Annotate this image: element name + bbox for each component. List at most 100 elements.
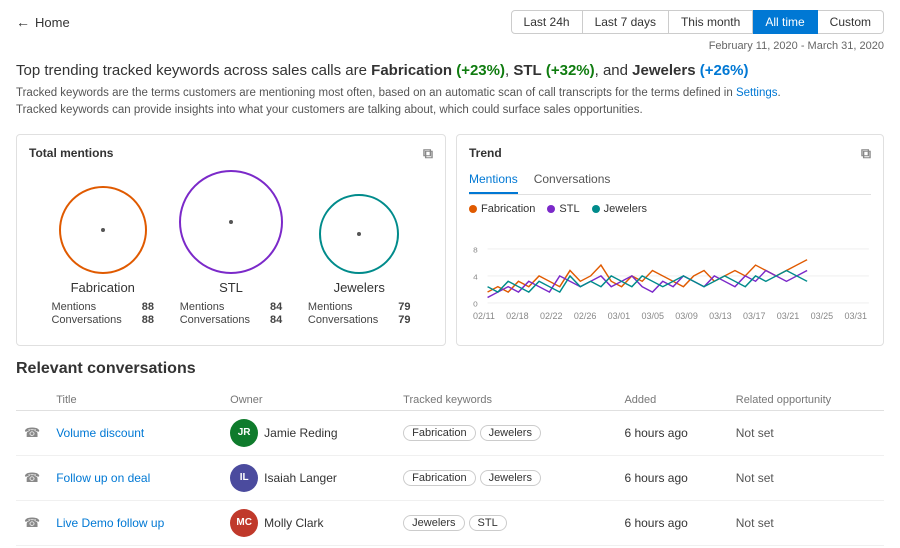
th-keywords: Tracked keywords [395, 390, 616, 411]
tab-conversations[interactable]: Conversations [534, 170, 611, 194]
legend-dot-jewelers [592, 205, 600, 213]
cell-related: Not set [728, 455, 884, 500]
bubble-dot-fabrication [101, 228, 105, 232]
svg-text:8: 8 [473, 245, 478, 253]
conversations-table: Title Owner Tracked keywords Added Relat… [16, 390, 884, 546]
cell-owner: JR Jamie Reding [222, 410, 395, 455]
owner-name: Isaiah Langer [264, 471, 337, 485]
th-related: Related opportunity [728, 390, 884, 411]
cell-related: Not set [728, 500, 884, 545]
phone-icon-cell: ☎ [16, 455, 48, 500]
legend-dot-fabrication [469, 205, 477, 213]
total-mentions-title: Total mentions ⧉ [29, 145, 433, 162]
back-label: Home [35, 15, 70, 30]
back-link[interactable]: ← Home [16, 14, 70, 30]
copy-icon[interactable]: ⧉ [423, 145, 433, 162]
th-icon [16, 390, 48, 411]
keyword-tag[interactable]: Jewelers [403, 515, 464, 531]
bubble-label-jewelers: Jewelers [334, 280, 385, 295]
phone-icon-cell: ☎ [16, 500, 48, 545]
cell-owner: MC Molly Clark [222, 500, 395, 545]
cell-related: Not set [728, 410, 884, 455]
trend-copy-icon[interactable]: ⧉ [861, 145, 871, 162]
legend-jewelers: Jewelers [592, 203, 647, 215]
cell-keywords: Fabrication Jewelers [395, 455, 616, 500]
keyword-tag[interactable]: Jewelers [480, 470, 541, 486]
owner-name: Molly Clark [264, 516, 323, 530]
description-line1: Tracked keywords are the terms customers… [16, 85, 884, 102]
cell-title[interactable]: Volume discount [48, 410, 222, 455]
tab-mentions[interactable]: Mentions [469, 170, 518, 194]
filter-last24h[interactable]: Last 24h [511, 10, 583, 34]
owner-avatar: MC [230, 509, 258, 537]
filter-last7days[interactable]: Last 7 days [583, 10, 669, 34]
th-owner: Owner [222, 390, 395, 411]
headline-prefix: Top trending tracked keywords across sal… [16, 62, 371, 79]
cell-added: 6 hours ago [616, 500, 727, 545]
panels: Total mentions ⧉ Fabrication Mentions88 … [0, 134, 900, 360]
bubble-label-stl: STL [219, 280, 243, 295]
legend-stl: STL [547, 203, 579, 215]
trend-panel: Trend ⧉ Mentions Conversations Fabricati… [456, 134, 884, 346]
keyword-tag[interactable]: Jewelers [480, 425, 541, 441]
owner-name: Jamie Reding [264, 426, 337, 440]
svg-text:4: 4 [473, 272, 478, 280]
cell-added: 6 hours ago [616, 455, 727, 500]
bubble-dot-jewelers [357, 232, 361, 236]
phone-icon-cell: ☎ [16, 410, 48, 455]
cell-keywords: Fabrication Jewelers [395, 410, 616, 455]
table-row[interactable]: ☎Volume discount JR Jamie Reding Fabricatio… [16, 410, 884, 455]
headline-kw2-pct: (+32%) [546, 62, 595, 79]
headline-kw1: Fabrication [371, 62, 452, 79]
back-arrow-icon: ← [16, 14, 30, 30]
legend-fabrication: Fabrication [469, 203, 535, 215]
bubble-stats-stl: Mentions84 Conversations84 [180, 301, 283, 327]
keyword-tag[interactable]: Fabrication [403, 425, 475, 441]
legend-dot-stl [547, 205, 555, 213]
cell-added: 6 hours ago [616, 410, 727, 455]
x-axis-labels: 02/11 02/18 02/22 02/26 03/01 03/05 03/0… [469, 311, 871, 321]
headline-kw2: STL [513, 62, 541, 79]
chart-svg: 0 4 8 [469, 221, 871, 311]
keyword-tag[interactable]: Fabrication [403, 470, 475, 486]
svg-text:0: 0 [473, 299, 478, 307]
headline-kw3: Jewelers [632, 62, 695, 79]
cell-title[interactable]: Live Demo follow up [48, 500, 222, 545]
cell-title[interactable]: Follow up on deal [48, 455, 222, 500]
owner-avatar: JR [230, 419, 258, 447]
settings-link[interactable]: Settings [736, 87, 778, 99]
owner-avatar: IL [230, 464, 258, 492]
headline-kw1-pct: (+23%) [456, 62, 505, 79]
table-row[interactable]: ☎Live Demo follow up MC Molly Clark Jeweler… [16, 500, 884, 545]
cell-keywords: Jewelers STL [395, 500, 616, 545]
cell-owner: IL Isaiah Langer [222, 455, 395, 500]
trend-title: Trend ⧉ [469, 145, 871, 162]
time-filters: Last 24h Last 7 days This month All time… [511, 10, 884, 34]
table-header: Title Owner Tracked keywords Added Relat… [16, 390, 884, 411]
bubble-fabrication: Fabrication Mentions88 Conversations88 [51, 186, 154, 327]
description: Tracked keywords are the terms customers… [0, 85, 900, 134]
bubble-label-fabrication: Fabrication [71, 280, 135, 295]
bubble-dot-stl [229, 220, 233, 224]
th-added: Added [616, 390, 727, 411]
keyword-tag[interactable]: STL [469, 515, 507, 531]
filter-custom[interactable]: Custom [818, 10, 884, 34]
filter-alltime[interactable]: All time [753, 10, 817, 34]
table-body: ☎Volume discount JR Jamie Reding Fabricatio… [16, 410, 884, 545]
conversations-section: Relevant conversations Title Owner Track… [0, 360, 900, 546]
bubbles-container: Fabrication Mentions88 Conversations88 S… [29, 170, 433, 327]
description-line2: Tracked keywords can provide insights in… [16, 102, 884, 119]
bubble-circle-fabrication [59, 186, 147, 274]
legend-label-fabrication: Fabrication [481, 203, 535, 215]
trend-chart: 0 4 8 02/11 02/18 02/22 02/26 03/01 [469, 221, 871, 321]
bubble-stl: STL Mentions84 Conversations84 [179, 170, 283, 327]
trend-legend: Fabrication STL Jewelers [469, 203, 871, 215]
filter-thismonth[interactable]: This month [669, 10, 753, 34]
th-title: Title [48, 390, 222, 411]
bubble-stats-jewelers: Mentions79 Conversations79 [308, 301, 411, 327]
stl-line [488, 270, 808, 297]
table-row[interactable]: ☎Follow up on deal IL Isaiah Langer Fabrica… [16, 455, 884, 500]
conversations-title: Relevant conversations [16, 360, 884, 378]
total-mentions-panel: Total mentions ⧉ Fabrication Mentions88 … [16, 134, 446, 346]
headline: Top trending tracked keywords across sal… [0, 58, 900, 85]
